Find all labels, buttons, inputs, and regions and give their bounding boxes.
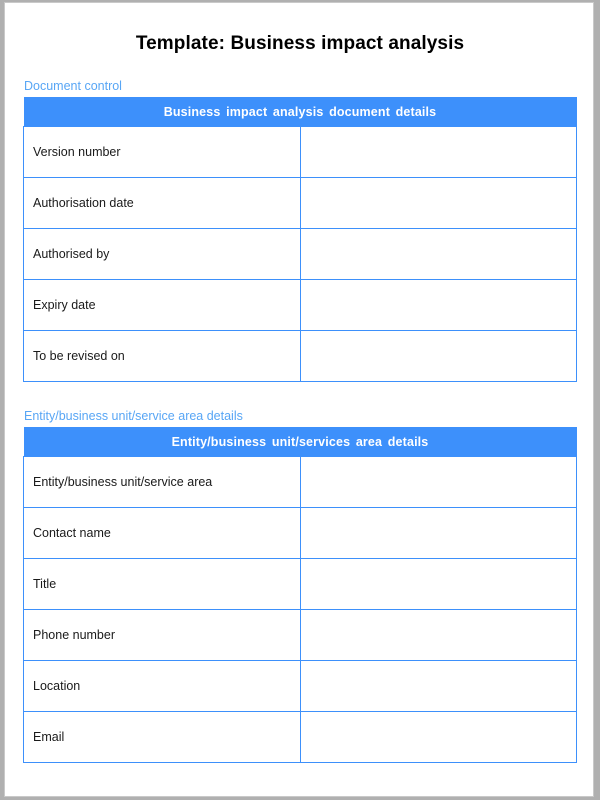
document-page: Template: Business impact analysis Docum… (4, 2, 594, 797)
table-row: Authorisation date (23, 177, 577, 229)
table-row: To be revised on (23, 330, 577, 382)
table-row: Phone number (23, 609, 577, 661)
table-banner-row: Business impact analysis document detail… (23, 97, 577, 127)
document-control-table: Business impact analysis document detail… (23, 97, 577, 382)
row-label-version-number: Version number (23, 126, 301, 178)
row-value-authorised-by[interactable] (299, 228, 577, 280)
table-row: Contact name (23, 507, 577, 559)
row-label-authorisation-date: Authorisation date (23, 177, 301, 229)
entity-details-table: Entity/business unit/services area detai… (23, 427, 577, 763)
section-entity-details: Entity/business unit/service area detail… (23, 409, 577, 763)
row-value-title[interactable] (299, 558, 577, 610)
row-value-contact-name[interactable] (299, 507, 577, 559)
table-row: Title (23, 558, 577, 610)
row-value-expiry-date[interactable] (299, 279, 577, 331)
row-label-authorised-by: Authorised by (23, 228, 301, 280)
row-label-location: Location (23, 660, 301, 712)
row-value-version-number[interactable] (299, 126, 577, 178)
row-value-to-be-revised-on[interactable] (299, 330, 577, 382)
row-value-location[interactable] (299, 660, 577, 712)
table-row: Entity/business unit/service area (23, 456, 577, 508)
row-value-authorisation-date[interactable] (299, 177, 577, 229)
row-value-phone-number[interactable] (299, 609, 577, 661)
row-label-email: Email (23, 711, 301, 763)
row-label-phone-number: Phone number (23, 609, 301, 661)
table-banner-entity-details: Entity/business unit/services area detai… (23, 427, 577, 457)
table-row: Expiry date (23, 279, 577, 331)
section-label-entity-details: Entity/business unit/service area detail… (24, 409, 243, 423)
table-row: Version number (23, 126, 577, 178)
row-label-contact-name: Contact name (23, 507, 301, 559)
table-banner-row: Entity/business unit/services area detai… (23, 427, 577, 457)
table-row: Email (23, 711, 577, 763)
table-row: Authorised by (23, 228, 577, 280)
row-label-expiry-date: Expiry date (23, 279, 301, 331)
row-label-entity-business-unit-service-area: Entity/business unit/service area (23, 456, 301, 508)
page-title: Template: Business impact analysis (135, 33, 465, 54)
row-value-entity-business-unit-service-area[interactable] (299, 456, 577, 508)
row-label-to-be-revised-on: To be revised on (23, 330, 301, 382)
table-row: Location (23, 660, 577, 712)
section-document-control: Document control Business impact analysi… (23, 79, 577, 382)
section-label-document-control: Document control (24, 79, 122, 93)
row-label-title: Title (23, 558, 301, 610)
row-value-email[interactable] (299, 711, 577, 763)
table-banner-document-control: Business impact analysis document detail… (23, 97, 577, 127)
